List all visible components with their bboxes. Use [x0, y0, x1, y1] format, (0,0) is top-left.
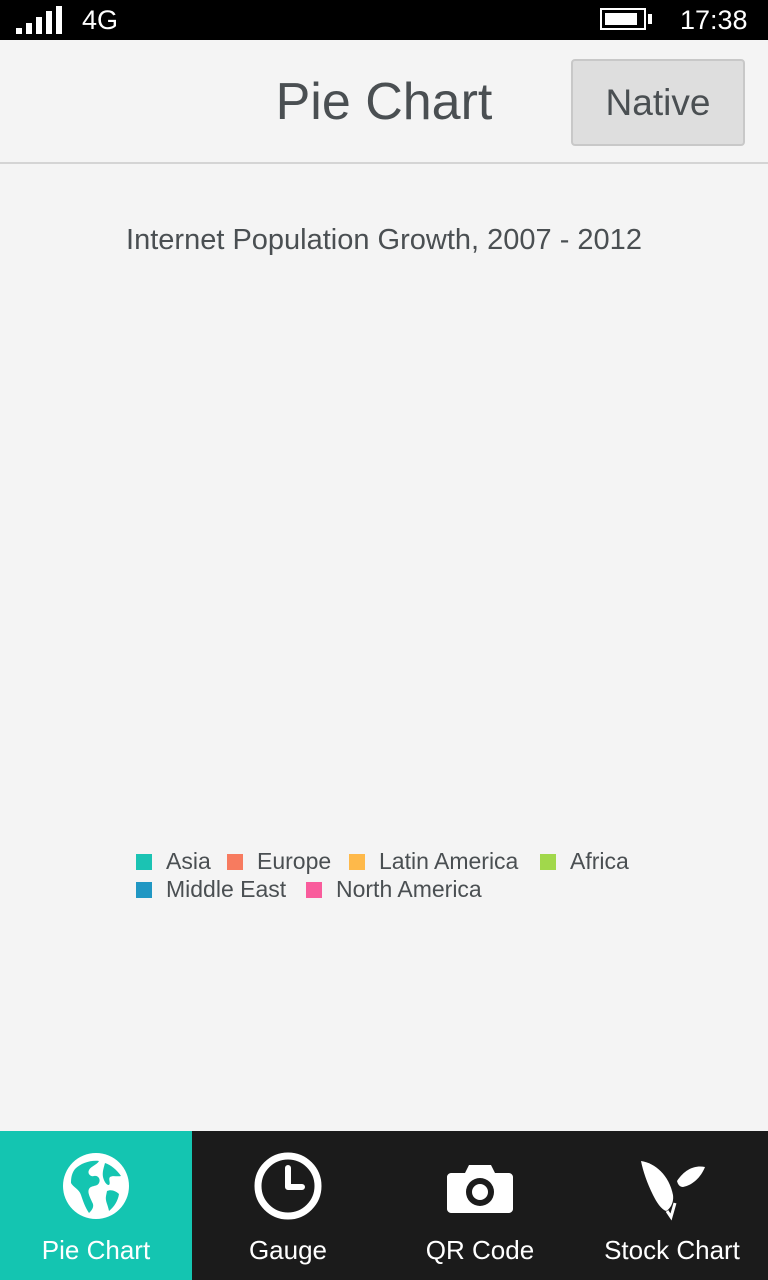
chart-title: Internet Population Growth, 2007 - 2012: [126, 224, 642, 256]
legend-label: Latin America: [379, 848, 519, 874]
legend-swatch: [306, 882, 322, 898]
legend-swatch: [136, 854, 152, 870]
nav-label: Gauge: [248, 1235, 328, 1265]
nav-tab-gauge[interactable]: Gauge: [192, 1131, 384, 1280]
battery-icon: [600, 8, 646, 30]
legend-swatch: [136, 882, 152, 898]
legend-label: Europe: [257, 848, 332, 874]
status-bar: 4G 17:38: [0, 0, 768, 40]
clock-icon: [254, 1152, 322, 1220]
globe-icon: [63, 1153, 129, 1219]
nav-tab-pie-chart[interactable]: Pie Chart: [0, 1131, 192, 1280]
status-time: 17:38: [680, 5, 748, 35]
legend-swatch: [349, 854, 365, 870]
bottom-nav: Pie Chart Gauge QR Code Stock Chart: [0, 1131, 768, 1280]
native-button[interactable]: Native: [571, 59, 745, 146]
app-header: Pie Chart Native: [0, 40, 768, 164]
legend-swatch: [227, 854, 243, 870]
network-type: 4G: [82, 5, 119, 35]
legend-label: Asia: [166, 848, 211, 874]
pie-chart: Internet Population Growth, 2007 - 2012 …: [0, 166, 768, 1130]
legend-label: North America: [336, 876, 482, 902]
nav-label: Stock Chart: [604, 1235, 740, 1265]
legend-label: Africa: [570, 848, 629, 874]
leaf-icon: [641, 1161, 705, 1221]
nav-label: QR Code: [425, 1235, 535, 1265]
camera-icon: [447, 1165, 513, 1213]
signal-strength-icon: [16, 6, 62, 34]
nav-label: Pie Chart: [41, 1235, 151, 1265]
nav-tab-qr-code[interactable]: QR Code: [384, 1131, 576, 1280]
nav-tab-stock-chart[interactable]: Stock Chart: [576, 1131, 768, 1280]
legend-label: Middle East: [166, 876, 287, 902]
legend-swatch: [540, 854, 556, 870]
